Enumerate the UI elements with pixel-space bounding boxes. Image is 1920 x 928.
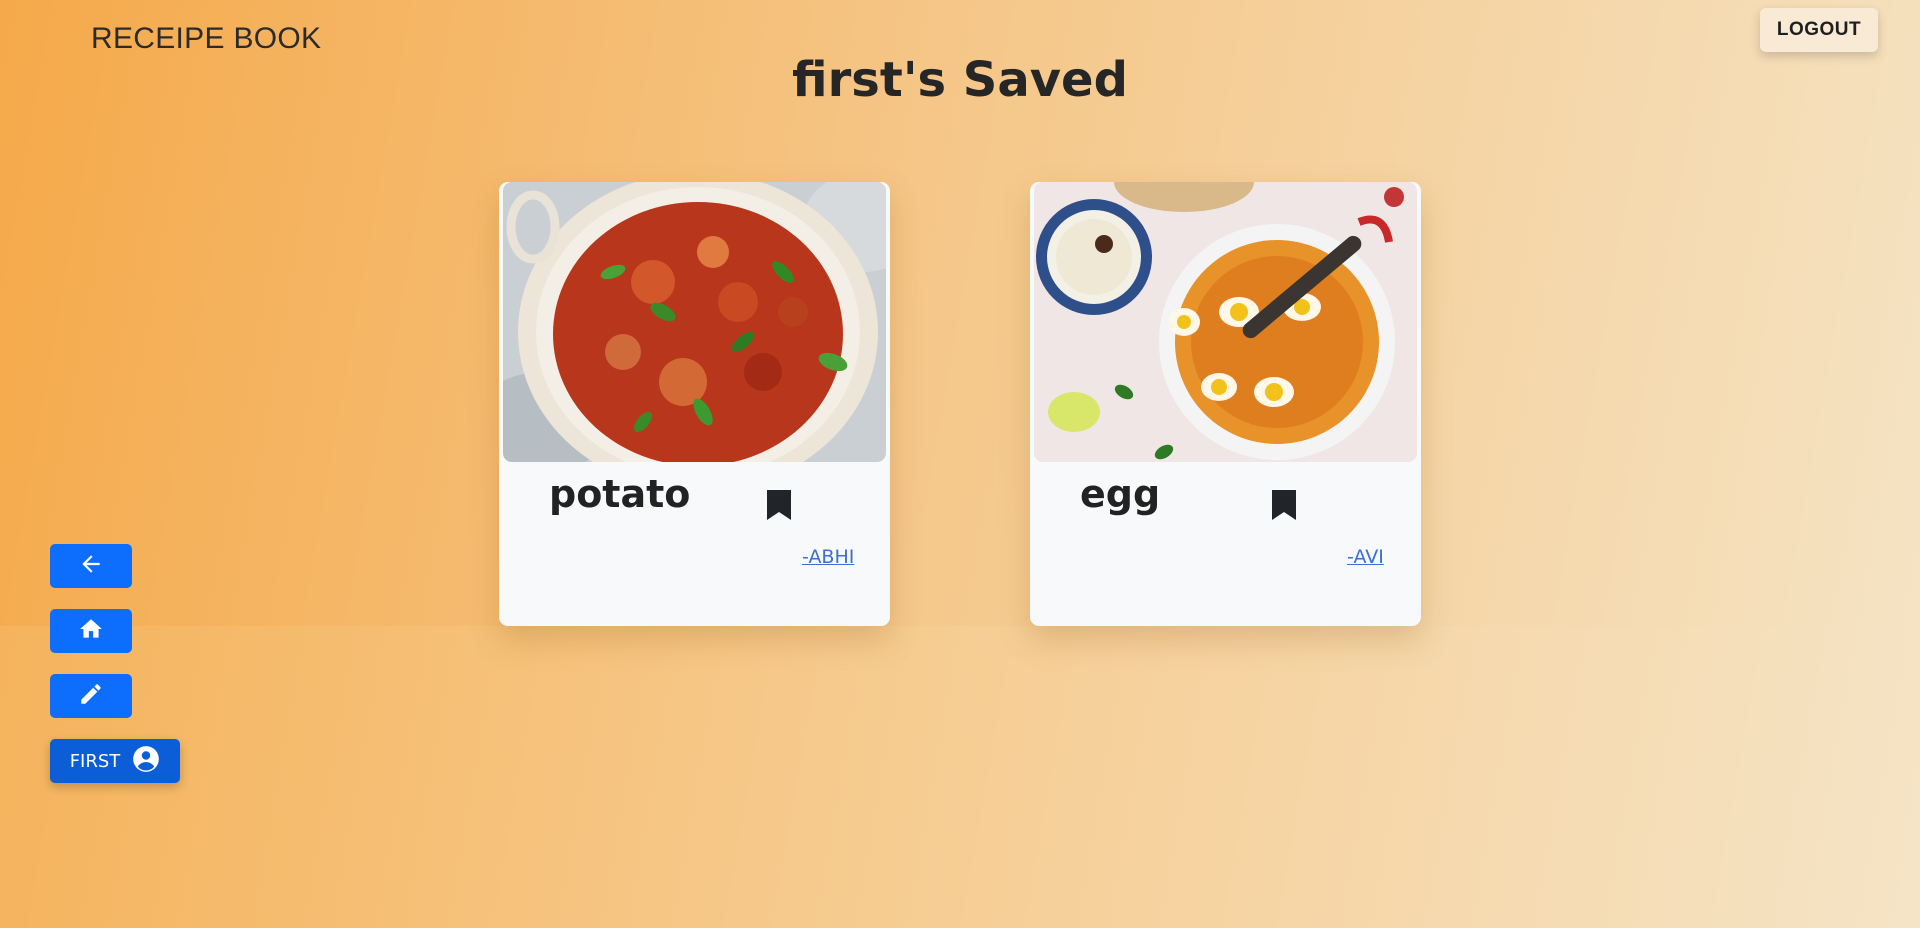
- bookmark-icon[interactable]: [1270, 488, 1298, 522]
- edit-button[interactable]: [50, 674, 132, 718]
- bookmark-icon[interactable]: [765, 488, 793, 522]
- account-circle-icon: [132, 745, 160, 778]
- pencil-icon: [78, 681, 104, 711]
- recipe-image: [1034, 182, 1417, 462]
- home-icon: [78, 616, 104, 646]
- recipe-title: egg: [1080, 472, 1161, 516]
- recipe-author-link[interactable]: -ABHI: [802, 546, 854, 568]
- recipe-card[interactable]: potato -ABHI: [499, 182, 890, 626]
- logout-button[interactable]: LOGOUT: [1760, 8, 1878, 52]
- brand-title[interactable]: RECEIPE BOOK: [91, 22, 321, 56]
- user-name: FIRST: [69, 750, 121, 772]
- recipe-card[interactable]: egg -AVI: [1030, 182, 1421, 626]
- recipe-image: [503, 182, 886, 462]
- user-profile-button[interactable]: FIRST: [50, 739, 180, 783]
- recipe-title: potato: [549, 472, 691, 516]
- recipe-author-link[interactable]: -AVI: [1347, 546, 1384, 568]
- back-button[interactable]: [50, 544, 132, 588]
- arrow-left-icon: [78, 551, 104, 581]
- page-background-bottom: [0, 626, 1920, 928]
- home-button[interactable]: [50, 609, 132, 653]
- page-title: first's Saved: [792, 52, 1128, 108]
